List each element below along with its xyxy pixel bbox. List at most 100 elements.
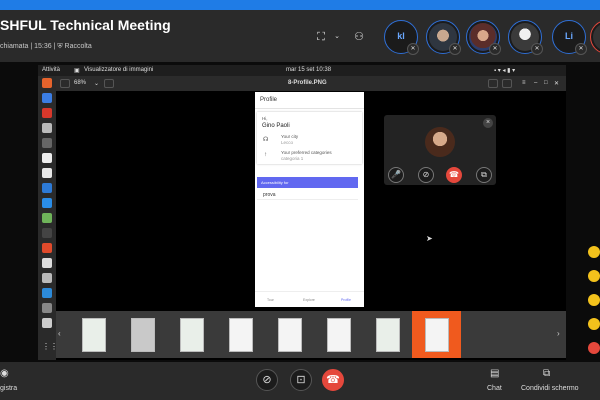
call-popup[interactable]: × 🎤 ⊘ ☎ ⧉ <box>384 115 496 185</box>
tray-icons[interactable]: ▪ ▾ ◂ ▮ ▾ <box>494 67 515 74</box>
chevron-left-icon[interactable]: ‹ <box>58 329 61 338</box>
terminal-icon[interactable] <box>42 138 52 148</box>
mute-microphone-button[interactable]: ⊘ <box>256 369 278 391</box>
meeting-window: SHFUL Technical Meeting chiamata | 15:36… <box>0 0 600 400</box>
bottom-tabs: Tour Explore Profile <box>255 291 364 307</box>
profile-card: Hi, Gino Paoli ☊ Your city Lecco ↑ Your … <box>257 112 362 164</box>
emoji-icon[interactable] <box>588 246 600 258</box>
thumbnail[interactable] <box>180 318 204 352</box>
app-icon[interactable] <box>42 228 52 238</box>
participant-avatar[interactable]: ✕ <box>508 20 543 55</box>
editor-icon[interactable] <box>42 183 52 193</box>
prova-row: prova <box>257 189 358 200</box>
files-icon[interactable] <box>42 123 52 133</box>
app-name[interactable]: Visualizzatore di immagini <box>84 67 153 73</box>
hang-up-icon[interactable]: ☎ <box>446 167 462 183</box>
file-name: 8-Profile.PNG <box>288 80 327 86</box>
rotate-icon[interactable] <box>502 79 512 88</box>
close-icon[interactable]: × <box>483 118 493 128</box>
accessibility-row: Accessibility for <box>257 177 358 188</box>
desktop-dock: ⋮⋮ <box>38 76 58 360</box>
profile-name: Gino Paoli <box>262 123 290 129</box>
caller-avatar <box>425 127 455 157</box>
share-screen-label[interactable]: Condividi schermo <box>521 385 579 392</box>
writer-icon[interactable] <box>42 153 52 163</box>
close-icon[interactable]: ✕ <box>554 80 559 87</box>
image-icon[interactable] <box>42 213 52 223</box>
participant-avatar[interactable]: ✕ <box>426 20 461 55</box>
app-icon[interactable] <box>42 288 52 298</box>
add-participant-icon[interactable]: ⚇ <box>352 30 366 44</box>
tab-explore: Explore <box>303 298 315 302</box>
mic-off-icon: ✕ <box>489 43 501 55</box>
participant-avatar[interactable]: ✕ <box>466 20 501 55</box>
thumbnail[interactable] <box>327 318 351 352</box>
participant-initials: Li <box>565 31 573 41</box>
maximize-icon[interactable]: □ <box>544 80 548 86</box>
record-icon[interactable]: ◉ <box>0 368 9 379</box>
record-label[interactable]: gistra <box>0 385 17 392</box>
thumbnail[interactable] <box>131 318 155 352</box>
profile-greeting: Hi, <box>262 116 268 121</box>
emoji-icon[interactable] <box>588 294 600 306</box>
emoji-icon[interactable] <box>588 318 600 330</box>
chevron-down-icon[interactable]: ⌄ <box>94 80 99 87</box>
chat-label[interactable]: Chat <box>487 385 502 392</box>
layout-icon[interactable]: ⛶ <box>314 30 328 44</box>
zoom-in-icon[interactable] <box>104 79 114 88</box>
end-call-button[interactable]: ☎ <box>322 369 344 391</box>
mic-off-icon: ✕ <box>531 43 543 55</box>
gallery-icon[interactable] <box>488 79 498 88</box>
menu-icon[interactable]: ≡ <box>522 80 526 86</box>
mouse-cursor-icon: ➤ <box>426 234 433 243</box>
chat-icon[interactable]: ▤ <box>490 368 499 379</box>
clock[interactable]: mar 15 set 10:38 <box>286 67 331 73</box>
show-apps-icon[interactable]: ⋮⋮ <box>42 342 58 352</box>
chevron-right-icon[interactable]: › <box>557 329 560 338</box>
desktop-top-bar: Attività ▣ Visualizzatore di immagini ma… <box>38 65 566 76</box>
profile-header: Profile <box>255 92 364 109</box>
mic-off-icon: ✕ <box>449 43 461 55</box>
chevron-down-icon[interactable]: ⌄ <box>330 30 344 44</box>
thumbnail[interactable] <box>229 318 253 352</box>
minimize-icon[interactable]: – <box>534 80 537 86</box>
city-label: Your city <box>281 134 299 139</box>
microphone-icon[interactable]: 🎤 <box>388 167 404 183</box>
participant-photo <box>593 23 600 51</box>
activities-label[interactable]: Attività <box>42 67 60 73</box>
document-icon[interactable] <box>42 168 52 178</box>
app-icon[interactable] <box>42 273 52 283</box>
app-icon[interactable] <box>42 318 52 328</box>
ubuntu-software-icon[interactable] <box>42 243 52 253</box>
mic-off-icon: ✕ <box>407 43 419 55</box>
camera-off-icon[interactable]: ⊘ <box>418 167 434 183</box>
zoom-out-icon[interactable] <box>60 79 70 88</box>
thumbnail[interactable] <box>82 318 106 352</box>
thumbnail-strip: ‹ › <box>56 311 566 358</box>
app-icon[interactable] <box>42 258 52 268</box>
city-value: Lecco <box>281 140 294 145</box>
headphones-icon: ☊ <box>263 137 269 143</box>
participant-avatar[interactable]: Li ✕ <box>552 20 587 55</box>
app-icon[interactable] <box>42 303 52 313</box>
participant-avatar[interactable]: kl ✕ <box>384 20 419 55</box>
vscode-icon[interactable] <box>42 198 52 208</box>
zoom-level[interactable]: 68% <box>74 80 86 86</box>
chrome-icon[interactable] <box>42 93 52 103</box>
arrow-up-icon: ↑ <box>264 152 267 158</box>
popout-icon[interactable]: ⧉ <box>476 167 492 183</box>
thumbnail[interactable] <box>425 318 449 352</box>
camera-off-button[interactable]: ⊡ <box>290 369 312 391</box>
categories-label: Your preferred categories <box>281 150 332 155</box>
filezilla-icon[interactable] <box>42 108 52 118</box>
categories-value: categoria 1 <box>281 156 304 161</box>
thumbnail[interactable] <box>278 318 302 352</box>
emoji-icon[interactable] <box>588 270 600 282</box>
firefox-icon[interactable] <box>42 78 52 88</box>
share-screen-icon[interactable]: ⧉ <box>543 368 550 379</box>
thumbnail[interactable] <box>376 318 400 352</box>
tab-tour: Tour <box>267 298 274 302</box>
meeting-subtitle: chiamata | 15:36 | ⛨ Raccolta <box>0 43 92 50</box>
heart-icon[interactable] <box>588 342 600 354</box>
profile-screenshot: Profile Hi, Gino Paoli ☊ Your city Lecco… <box>255 92 364 307</box>
